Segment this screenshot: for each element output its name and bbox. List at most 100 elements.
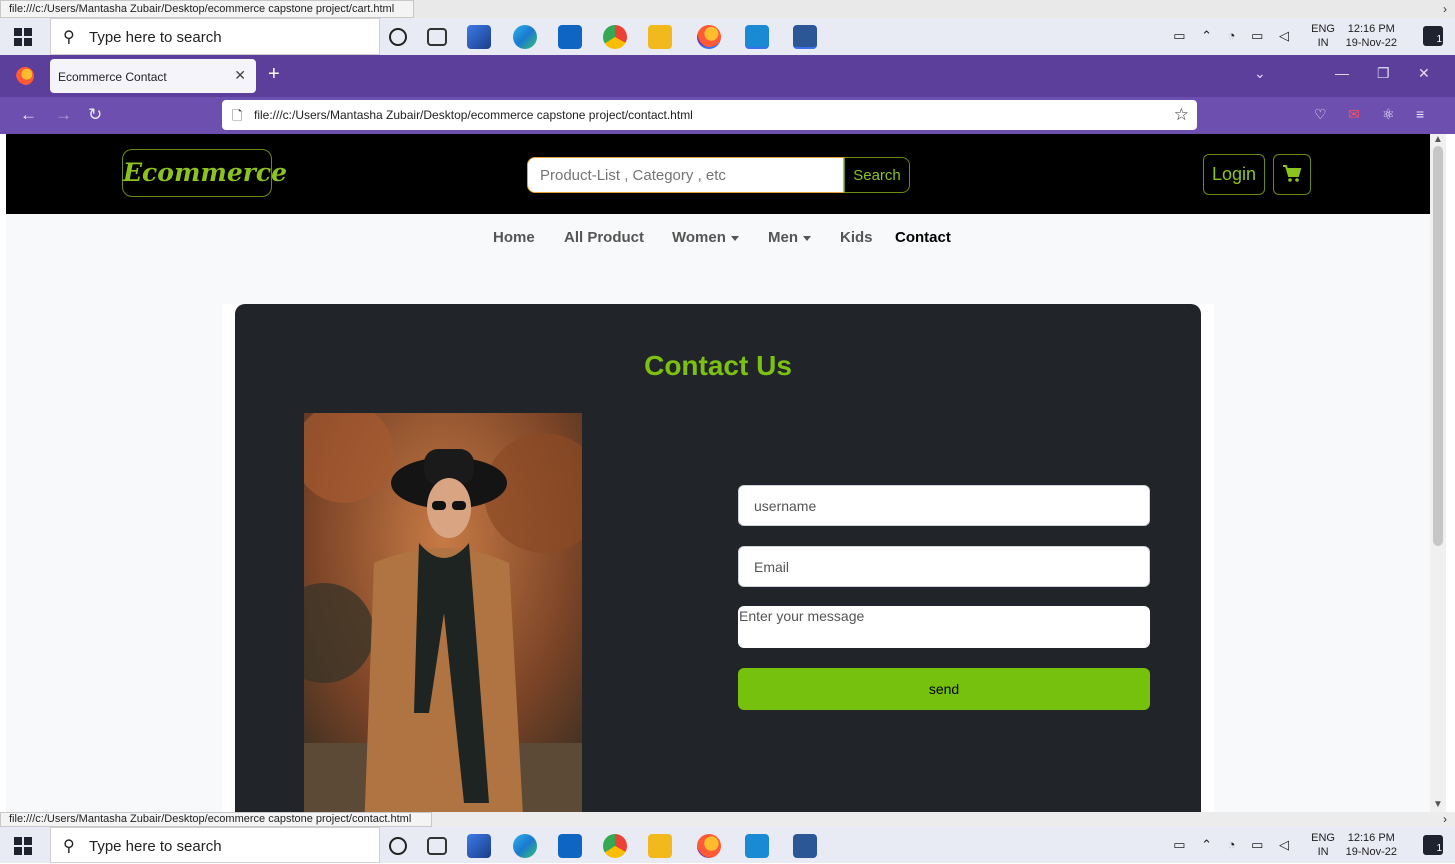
scrollbar-thumb[interactable] xyxy=(1433,146,1443,546)
tab-ecommerce-contact[interactable]: Ecommerce Contact ✕ xyxy=(50,59,256,93)
nav-all-product[interactable]: All Product xyxy=(564,229,644,246)
taskbar-apps xyxy=(385,18,845,55)
status-url: file:///c:/Users/Mantasha Zubair/Desktop… xyxy=(0,812,432,827)
address-text: file:///c:/Users/Mantasha Zubair/Desktop… xyxy=(254,108,693,122)
cart-button[interactable] xyxy=(1273,154,1311,195)
brand-logo[interactable]: Ecommerce xyxy=(122,149,287,197)
taskbar-search[interactable]: ⚲ Type here to search xyxy=(50,827,380,863)
address-bar[interactable]: 🗋 file:///c:/Users/Mantasha Zubair/Deskt… xyxy=(222,100,1197,130)
file-explorer-icon[interactable] xyxy=(648,25,672,49)
list-tabs-icon[interactable]: ⌄ xyxy=(1254,65,1266,82)
nav-home[interactable]: Home xyxy=(493,229,535,246)
nav-contact[interactable]: Contact xyxy=(895,229,951,246)
task-view-icon[interactable] xyxy=(427,28,447,46)
taskbar-search-text: Type here to search xyxy=(89,29,222,46)
site-search: Search xyxy=(527,157,910,193)
word-icon[interactable] xyxy=(793,834,817,858)
browser-nav-bar: ← → ↻ 🗋 file:///c:/Users/Mantasha Zubair… xyxy=(0,97,1455,134)
windows-taskbar-bottom: ⚲ Type here to search ▭ ⌃ ◔ ▭ ◁ ENG IN 12… xyxy=(0,827,1455,863)
app-icon[interactable] xyxy=(467,834,491,858)
status-url: file:///c:/Users/Mantasha Zubair/Desktop… xyxy=(0,0,414,18)
username-field[interactable]: username xyxy=(738,485,1150,526)
page-viewport: Ecommerce Search Login Home All Product … xyxy=(6,134,1430,812)
chevron-right-icon[interactable]: › xyxy=(1443,2,1447,16)
site-nav: Home All Product Women Men Kids Contact xyxy=(6,214,1430,260)
close-window-icon[interactable]: ✕ xyxy=(1418,65,1430,82)
system-tray: ▭ ⌃ ◔ ▭ ◁ ENG IN 12:16 PM 19-Nov-22 1 xyxy=(1165,827,1455,864)
email-field[interactable]: Email xyxy=(738,546,1150,587)
vscode-icon[interactable] xyxy=(745,25,769,49)
windows-start-icon[interactable] xyxy=(14,837,32,855)
language-indicator[interactable]: ENG IN xyxy=(1311,831,1335,859)
minimize-icon[interactable]: — xyxy=(1335,65,1349,81)
search-icon: ⚲ xyxy=(63,29,75,46)
clock[interactable]: 12:16 PM 19-Nov-22 xyxy=(1346,22,1397,50)
taskbar-search-text: Type here to search xyxy=(89,838,222,855)
caret-down-icon xyxy=(803,235,811,241)
search-icon: ⚲ xyxy=(63,838,75,855)
caret-down-icon xyxy=(730,235,739,241)
windows-start-icon[interactable] xyxy=(14,28,32,46)
edge-icon[interactable] xyxy=(513,834,537,858)
model-photo-art xyxy=(304,413,582,812)
taskbar-search[interactable]: ⚲ Type here to search xyxy=(50,18,380,55)
gmail-icon[interactable]: ✉ xyxy=(1348,106,1360,123)
forward-icon[interactable]: → xyxy=(55,105,72,125)
mail-icon[interactable] xyxy=(558,834,582,858)
cortana-icon[interactable] xyxy=(389,837,407,855)
nav-men[interactable]: Men xyxy=(768,229,811,246)
tab-title: Ecommerce Contact xyxy=(58,70,167,84)
vscode-icon[interactable] xyxy=(745,834,769,858)
login-button[interactable]: Login xyxy=(1203,154,1265,195)
react-devtools-icon[interactable]: ⚛ xyxy=(1382,106,1395,123)
mail-icon[interactable] xyxy=(558,25,582,49)
cart-icon xyxy=(1283,165,1302,182)
chrome-icon[interactable] xyxy=(603,834,627,858)
file-explorer-icon[interactable] xyxy=(648,834,672,858)
system-tray: ▭ ⌃ ◔ ▭ ◁ ENG IN 12:16 PM 19-Nov-22 1 xyxy=(1165,18,1455,55)
notification-icon[interactable]: 1 xyxy=(1423,835,1443,855)
chevron-right-icon[interactable]: › xyxy=(1443,812,1447,826)
pocket-icon[interactable]: ♡ xyxy=(1314,106,1327,123)
cortana-icon[interactable] xyxy=(389,28,407,46)
app-icon[interactable] xyxy=(467,25,491,49)
menu-icon[interactable]: ≡ xyxy=(1416,106,1424,122)
word-icon[interactable] xyxy=(793,25,817,49)
close-tab-icon[interactable]: ✕ xyxy=(234,67,246,84)
firefox-icon[interactable] xyxy=(697,25,721,49)
chrome-icon[interactable] xyxy=(603,25,627,49)
firefox-icon xyxy=(16,67,34,85)
notification-icon[interactable]: 1 xyxy=(1423,26,1443,46)
bookmark-star-icon[interactable]: ☆ xyxy=(1174,105,1189,125)
clock[interactable]: 12:16 PM 19-Nov-22 xyxy=(1346,831,1397,859)
status-strip-top: file:///c:/Users/Mantasha Zubair/Desktop… xyxy=(0,0,1455,18)
new-tab-icon[interactable]: + xyxy=(268,63,280,86)
message-field[interactable]: Enter your message xyxy=(738,606,1150,648)
status-strip-bottom: file:///c:/Users/Mantasha Zubair/Desktop… xyxy=(0,812,1455,827)
search-button[interactable]: Search xyxy=(844,157,910,193)
edge-icon[interactable] xyxy=(513,25,537,49)
scroll-up-icon[interactable]: ▲ xyxy=(1433,134,1443,145)
contact-title: Contact Us xyxy=(644,350,792,381)
reload-icon[interactable]: ↻ xyxy=(88,105,102,125)
taskbar-apps xyxy=(385,827,845,864)
send-button[interactable]: send xyxy=(738,668,1150,710)
firefox-icon[interactable] xyxy=(697,834,721,858)
restore-icon[interactable]: ❐ xyxy=(1377,65,1390,82)
nav-women[interactable]: Women xyxy=(672,229,739,246)
page-icon: 🗋 xyxy=(232,108,243,123)
model-photo xyxy=(304,413,582,812)
site-header: Ecommerce Search Login xyxy=(6,134,1430,214)
tray-icons[interactable]: ▭ ⌃ ◔ ▭ ◁ xyxy=(1173,28,1295,44)
nav-kids[interactable]: Kids xyxy=(840,229,873,246)
contact-card: Contact Us username Email Enter your mes… xyxy=(235,304,1201,812)
browser-tab-bar: Ecommerce Contact ✕ + ⌄ — ❐ ✕ xyxy=(0,55,1455,97)
page-scrollbar[interactable]: ▲ ▼ xyxy=(1430,134,1446,812)
windows-taskbar: ⚲ Type here to search ▭ ⌃ ◔ ▭ ◁ ENG IN 12… xyxy=(0,18,1455,55)
language-indicator[interactable]: ENG IN xyxy=(1311,22,1335,50)
scroll-down-icon[interactable]: ▼ xyxy=(1433,799,1443,810)
task-view-icon[interactable] xyxy=(427,837,447,855)
search-input[interactable] xyxy=(527,157,844,193)
back-icon[interactable]: ← xyxy=(20,105,37,125)
tray-icons[interactable]: ▭ ⌃ ◔ ▭ ◁ xyxy=(1173,837,1295,853)
